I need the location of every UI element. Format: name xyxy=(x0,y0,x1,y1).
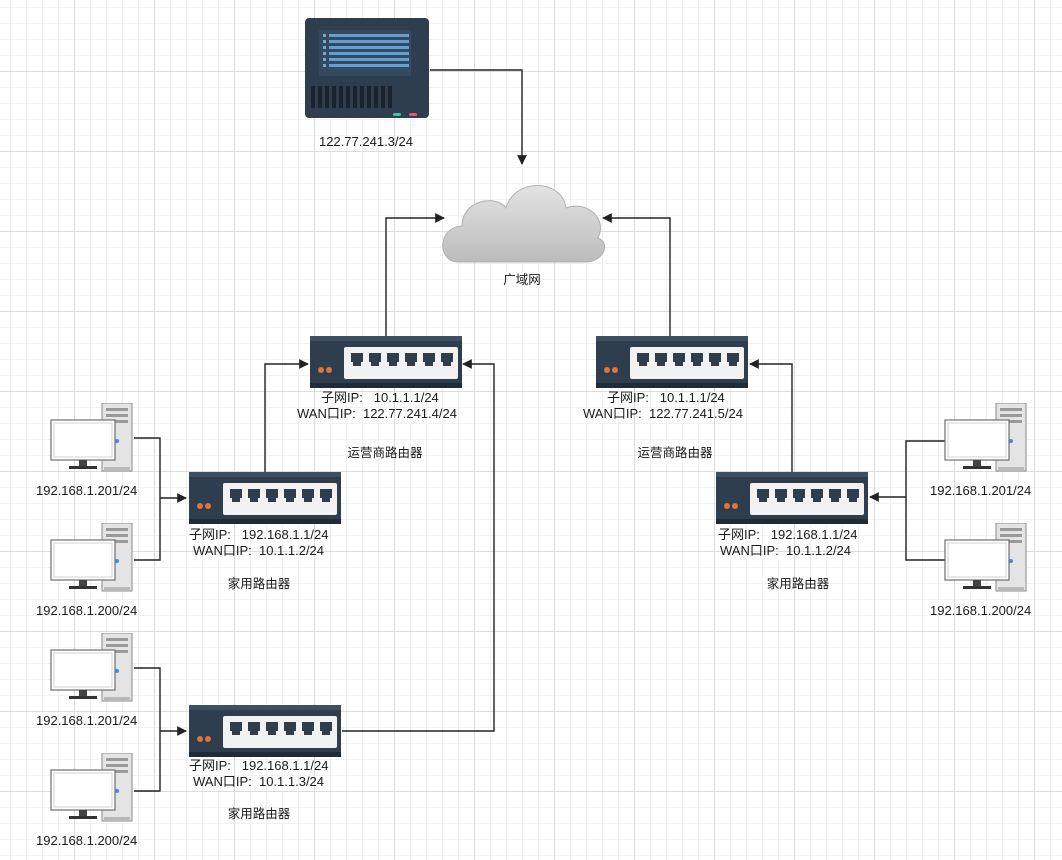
pc-right-2-ip: 192.168.1.200/24 xyxy=(930,603,1032,618)
home-right-subnet: 子网IP: 192.168.1.1/24 xyxy=(718,527,858,542)
carrier-right-title: 运营商路由器 xyxy=(637,446,713,460)
connectors xyxy=(134,69,946,792)
carrier-left-subnet: 子网IP: 10.1.1.1/24 xyxy=(321,390,439,405)
home-left-bottom-title: 家用路由器 xyxy=(227,807,291,821)
pc-left-bottom-2-ip: 192.168.1.200/24 xyxy=(36,833,138,848)
link-carrier-left-cloud xyxy=(385,213,445,336)
server-ip-label: 122.77.241.3/24 xyxy=(319,134,413,149)
home-left-bottom-subnet: 子网IP: 192.168.1.1/24 xyxy=(189,758,329,773)
home-left-top-title: 家用路由器 xyxy=(227,577,291,591)
home-router-left-top-icon xyxy=(189,472,341,524)
carrier-left-title: 运营商路由器 xyxy=(347,446,423,460)
pc-left-bottom-2-icon xyxy=(50,753,133,822)
cloud-icon xyxy=(442,185,606,263)
pc-left-bottom-1-ip: 192.168.1.201/24 xyxy=(36,713,138,728)
link-carrier-right-cloud xyxy=(602,213,671,336)
pc-left-top-2-icon xyxy=(50,523,133,592)
home-left-top-subnet: 子网IP: 192.168.1.1/24 xyxy=(189,527,329,542)
pc-left-top-2-ip: 192.168.1.200/24 xyxy=(36,603,138,618)
network-diagram xyxy=(50,18,1027,822)
pc-right-2-icon xyxy=(944,523,1027,592)
carrier-router-left-icon xyxy=(310,336,462,388)
carrier-right-wan: WAN口IP: 122.77.241.5/24 xyxy=(583,406,743,421)
wan-label: 广域网 xyxy=(503,273,541,287)
carrier-router-right-icon xyxy=(596,336,748,388)
server-icon xyxy=(305,18,429,118)
carrier-right-subnet: 子网IP: 10.1.1.1/24 xyxy=(607,390,725,405)
link-pcs-home-left-top xyxy=(134,437,186,561)
home-right-wan: WAN口IP: 10.1.1.2/24 xyxy=(720,543,852,558)
pc-left-top-1-icon xyxy=(50,403,133,472)
link-pcs-home-left-bottom xyxy=(134,667,186,792)
pc-left-top-1-ip: 192.168.1.201/24 xyxy=(36,483,138,498)
carrier-left-wan: WAN口IP: 122.77.241.4/24 xyxy=(297,406,457,421)
pc-right-1-ip: 192.168.1.201/24 xyxy=(930,483,1032,498)
home-right-title: 家用路由器 xyxy=(766,577,830,591)
pc-left-bottom-1-icon xyxy=(50,633,133,702)
link-home-right-carrier xyxy=(749,359,793,472)
pc-right-1-icon xyxy=(944,403,1027,472)
home-router-right-icon xyxy=(716,472,868,524)
home-left-top-wan: WAN口IP: 10.1.1.2/24 xyxy=(193,543,325,558)
home-router-left-bottom-icon xyxy=(189,705,341,757)
link-pcs-home-right xyxy=(870,440,946,561)
home-left-bottom-wan: WAN口IP: 10.1.1.3/24 xyxy=(193,774,325,789)
link-server-cloud xyxy=(430,69,527,165)
